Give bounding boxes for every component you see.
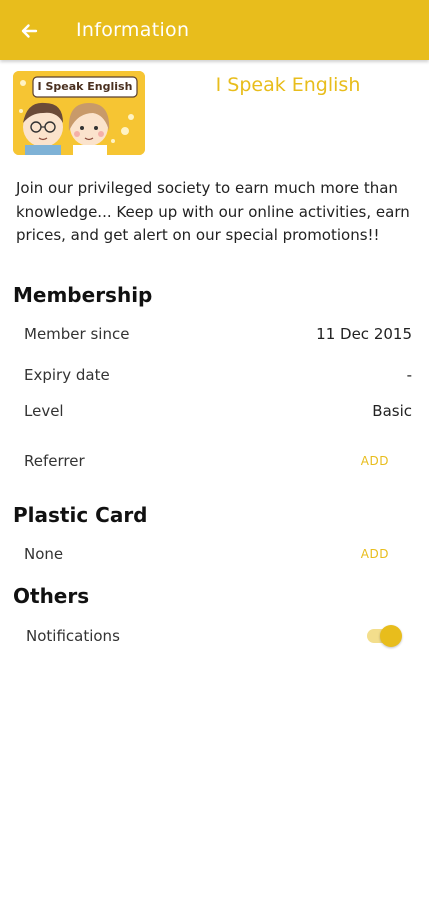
notifications-label: Notifications: [26, 627, 120, 645]
app-bar: Information: [0, 0, 429, 60]
club-logo: I Speak English: [13, 71, 145, 155]
referrer-row: Referrer ADD: [0, 447, 429, 477]
expiry-date-label: Expiry date: [24, 366, 110, 384]
toggle-thumb: [380, 625, 402, 647]
club-name: I Speak English: [215, 74, 361, 96]
member-since-label: Member since: [24, 325, 130, 343]
level-row: Level Basic: [0, 397, 429, 427]
club-logo-text: I Speak English: [37, 80, 133, 93]
plastic-card-section-title: Plastic Card: [13, 503, 148, 527]
expiry-date-row: Expiry date -: [0, 361, 429, 391]
level-value: Basic: [372, 402, 412, 420]
back-button[interactable]: [12, 14, 46, 48]
notifications-row: Notifications: [0, 622, 429, 652]
notifications-toggle[interactable]: [367, 625, 402, 647]
arrow-left-icon: [21, 24, 38, 38]
plastic-card-row: None ADD: [0, 540, 429, 570]
page-title: Information: [76, 19, 190, 41]
club-description: Join our privileged society to earn much…: [16, 179, 410, 244]
others-section-title: Others: [13, 584, 90, 608]
expiry-date-value: -: [406, 366, 412, 384]
member-since-value: 11 Dec 2015: [316, 325, 412, 343]
member-since-row: Member since 11 Dec 2015: [0, 320, 429, 350]
level-label: Level: [24, 402, 64, 420]
referrer-label: Referrer: [24, 452, 85, 470]
membership-section-title: Membership: [13, 283, 153, 307]
plastic-card-none-label: None: [24, 545, 64, 563]
add-plastic-card-button[interactable]: ADD: [361, 547, 389, 561]
add-referrer-button[interactable]: ADD: [361, 454, 389, 468]
